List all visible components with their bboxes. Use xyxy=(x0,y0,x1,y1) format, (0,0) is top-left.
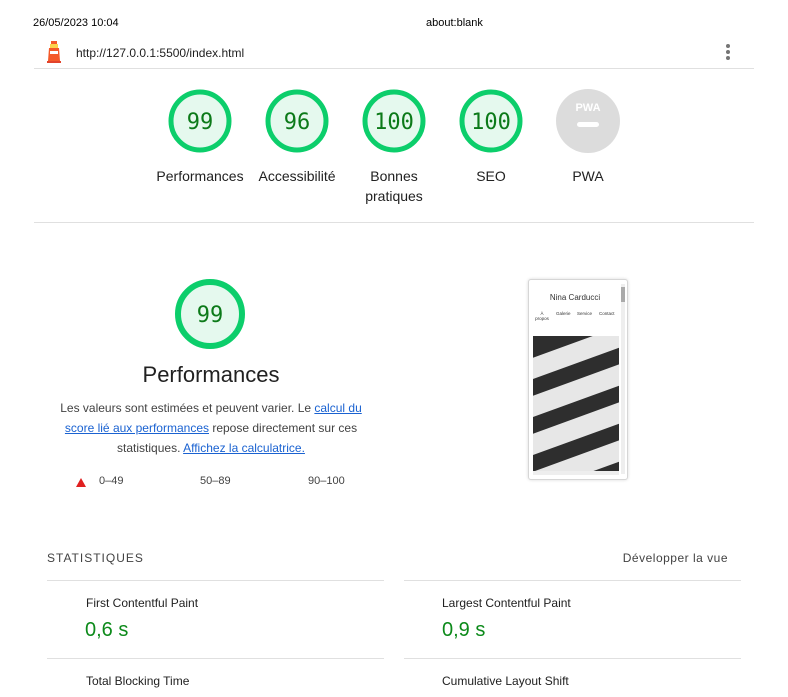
screenshot-nav-item: Contact xyxy=(599,311,615,316)
pwa-badge-text: PWA xyxy=(575,102,600,114)
desc-text: Les valeurs sont estimées et peuvent var… xyxy=(60,401,315,415)
legend-average: 50–89 xyxy=(200,475,231,487)
performance-title: Performances xyxy=(142,362,280,387)
fail-triangle-icon xyxy=(76,478,86,487)
gauge-label: Bonnes pratiques xyxy=(344,166,444,206)
legend-pass: 90–100 xyxy=(308,475,345,487)
lighthouse-logo-icon xyxy=(47,41,61,63)
gauge-score: 99 xyxy=(187,110,214,135)
expand-view-toggle[interactable]: Développer la vue xyxy=(623,551,728,565)
section-divider xyxy=(34,222,754,223)
gauge-seo[interactable]: 100 SEO xyxy=(441,88,541,186)
screenshot-nav-item: Galerie xyxy=(556,311,571,316)
metric-fcp-name: First Contentful Paint xyxy=(86,596,199,610)
performance-description: Les valeurs sont estimées et peuvent var… xyxy=(56,398,366,458)
gauge-best-practices[interactable]: 100 Bonnes pratiques xyxy=(344,88,444,206)
performance-gauge: 99 xyxy=(175,279,245,349)
gauge-score: 96 xyxy=(284,110,311,135)
gauge-label: Accessibilité xyxy=(258,168,336,184)
legend-fail: 0–49 xyxy=(99,475,124,487)
gauge-accessibility[interactable]: 96 Accessibilité xyxy=(247,88,347,186)
final-screenshot[interactable]: Nina Carducci À propos Galerie Service C… xyxy=(528,279,628,480)
gauge-label: PWA xyxy=(572,168,604,184)
screenshot-site-title: Nina Carducci xyxy=(549,293,601,302)
calculator-link[interactable]: Affichez la calculatrice. xyxy=(183,441,305,455)
score-gauges: 99 Performances 96 Accessibilité 100 Bon… xyxy=(0,88,788,208)
gauge-score: 100 xyxy=(374,110,414,135)
metric-divider xyxy=(404,580,741,581)
screenshot-hscrollbar xyxy=(533,471,619,475)
gauge-ring: 96 xyxy=(265,89,329,153)
print-date: 26/05/2023 10:04 xyxy=(33,17,119,29)
metric-lcp-value: 0,9 s xyxy=(442,619,486,641)
gauge-label: Performances xyxy=(156,168,244,184)
screenshot-hero-image xyxy=(533,336,619,471)
gauge-label-line: Bonnes xyxy=(370,168,418,184)
gauge-pwa[interactable]: PWA PWA xyxy=(538,88,638,186)
gauge-ring: 99 xyxy=(168,89,232,153)
gauge-label-line: pratiques xyxy=(365,188,423,204)
report-url[interactable]: http://127.0.0.1:5500/index.html xyxy=(76,46,244,60)
metric-fcp-value: 0,6 s xyxy=(85,619,129,641)
gauge-ring: 100 xyxy=(459,89,523,153)
metric-tbt-name: Total Blocking Time xyxy=(86,674,190,688)
metric-divider xyxy=(47,658,384,659)
gauge-score: 100 xyxy=(471,110,511,135)
screenshot-scrollbar xyxy=(621,284,625,474)
screenshot-nav-item: Service xyxy=(577,311,593,316)
report-topbar: http://127.0.0.1:5500/index.html xyxy=(34,38,754,69)
metric-lcp-name: Largest Contentful Paint xyxy=(442,596,571,610)
metric-divider xyxy=(47,580,384,581)
metric-divider xyxy=(404,658,741,659)
gauge-ring: 100 xyxy=(362,89,426,153)
kebab-menu-icon[interactable] xyxy=(724,43,732,63)
performance-score: 99 xyxy=(197,303,224,328)
screenshot-nav-item: À propos xyxy=(535,311,549,321)
pwa-badge-icon: PWA xyxy=(556,89,620,153)
gauge-label: SEO xyxy=(476,168,506,184)
metric-cls-name: Cumulative Layout Shift xyxy=(442,674,569,688)
print-url: about:blank xyxy=(426,17,483,29)
statistics-heading: STATISTIQUES xyxy=(47,551,144,565)
gauge-performance[interactable]: 99 Performances xyxy=(150,88,250,186)
